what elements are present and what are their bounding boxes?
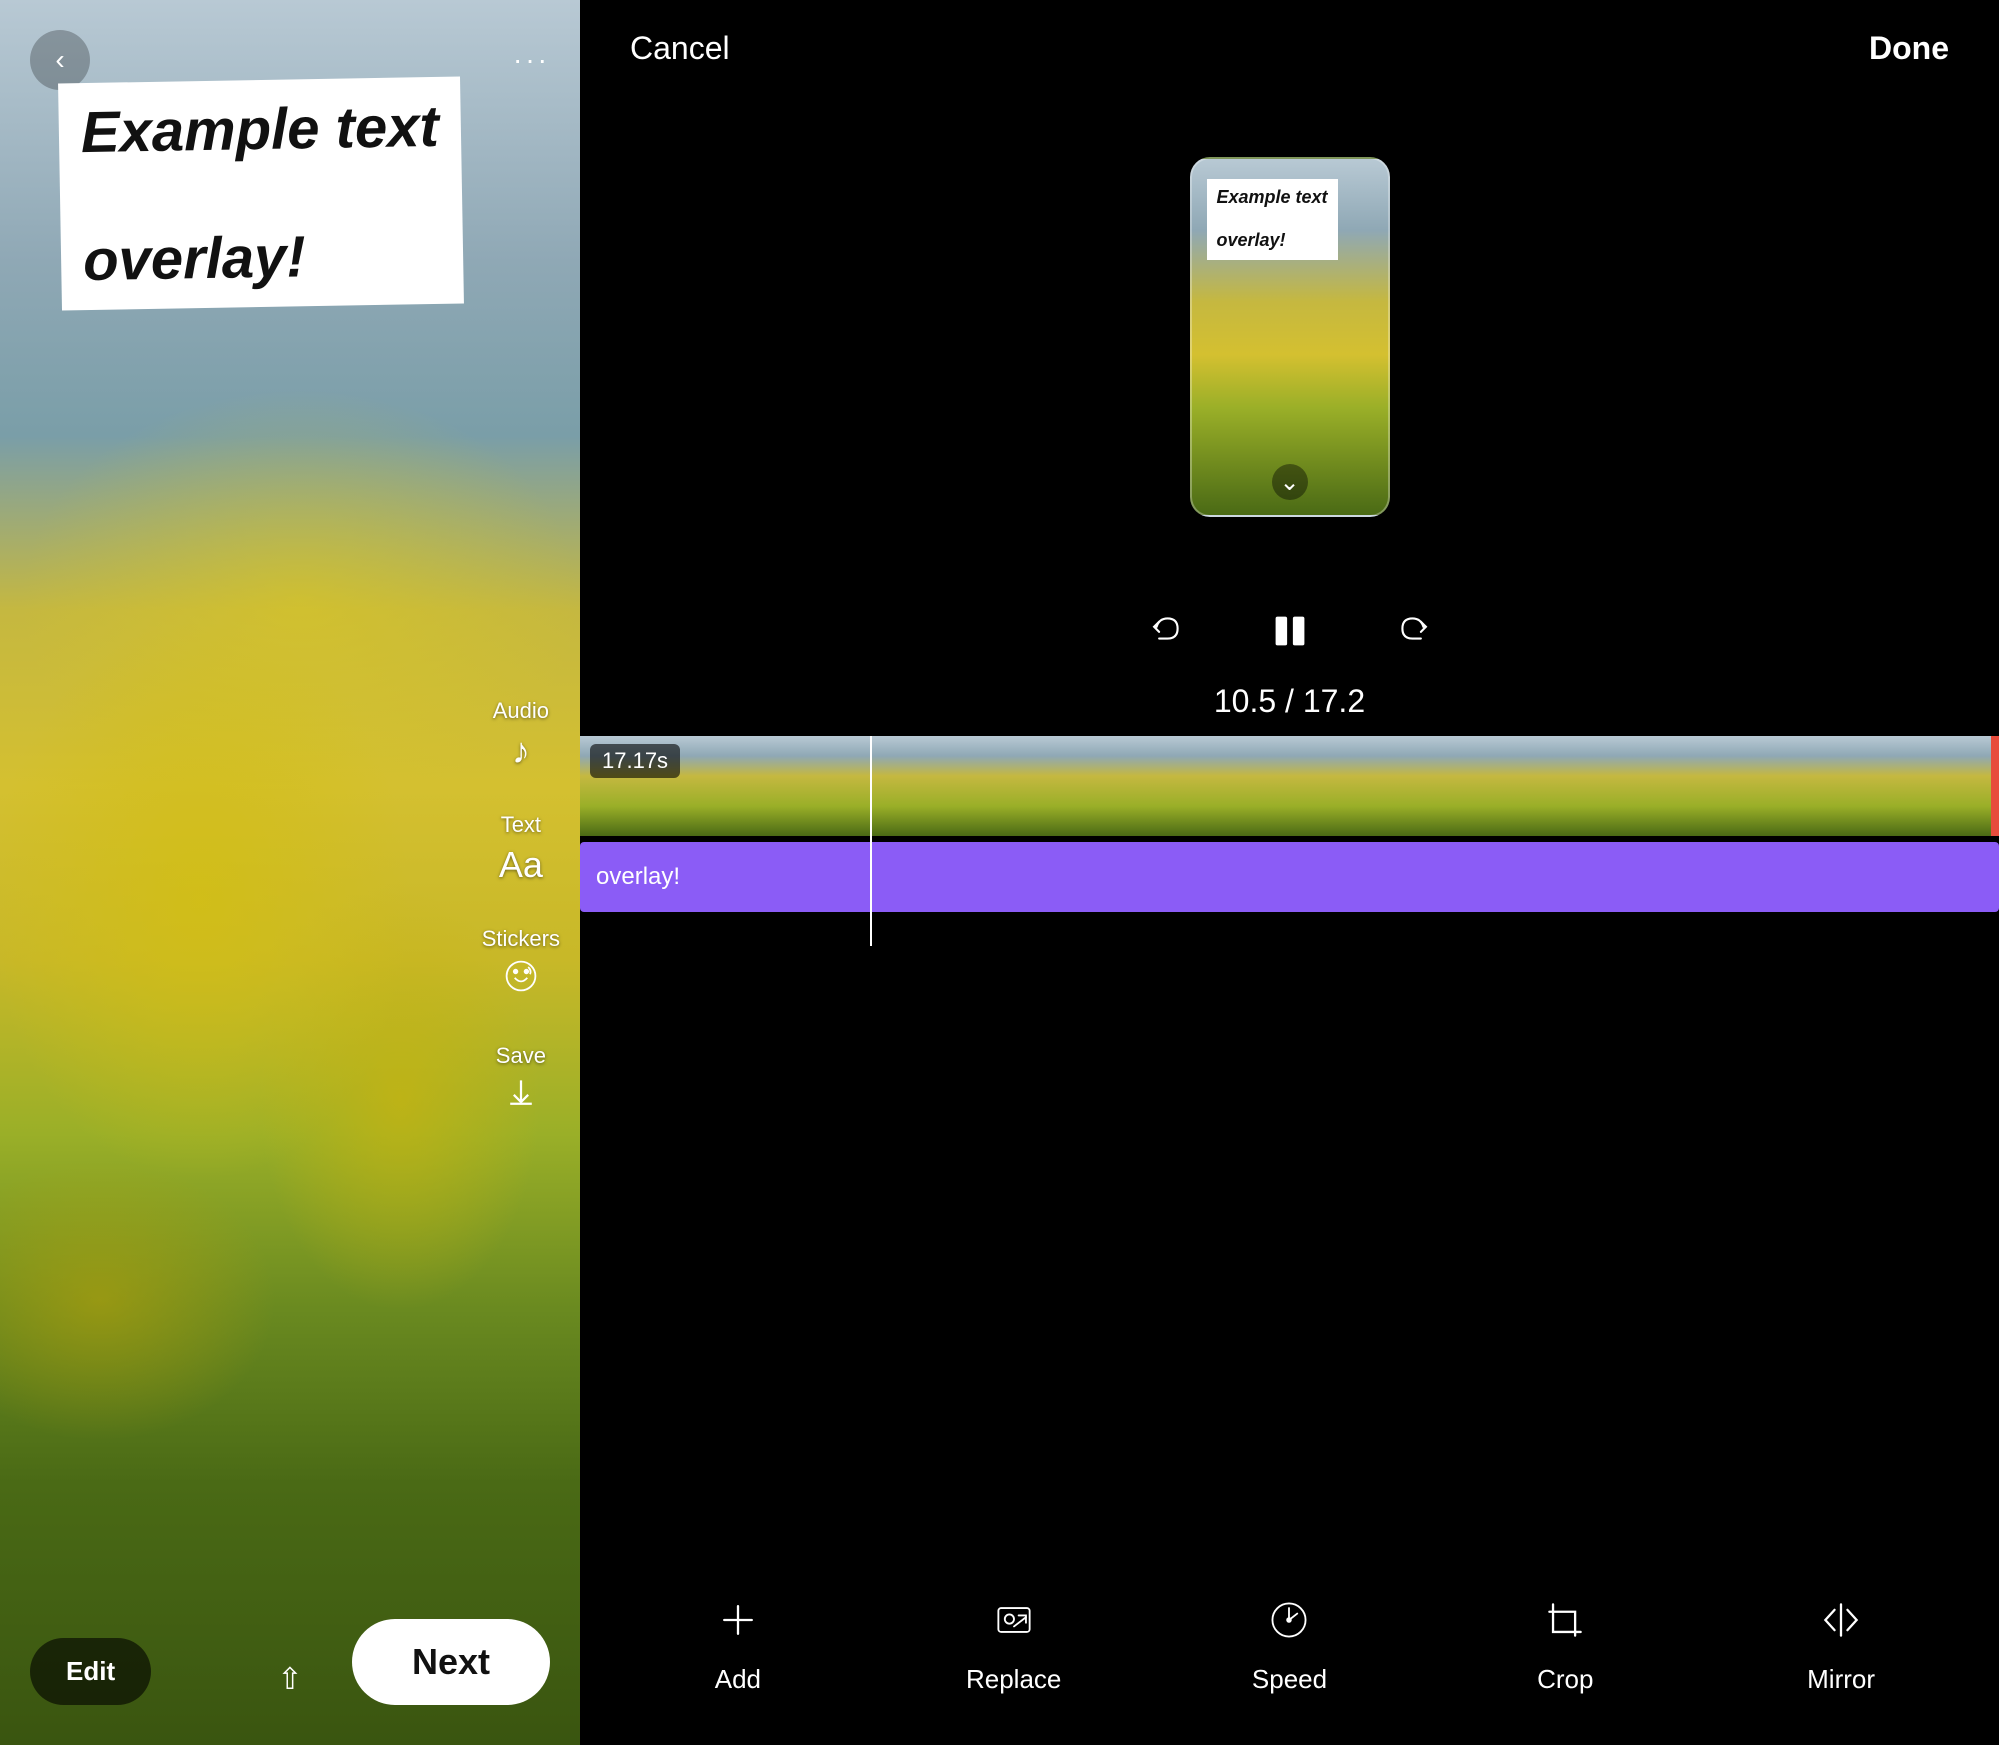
preview-chevron-icon: ⌄ xyxy=(1272,464,1308,500)
more-button[interactable]: ··· xyxy=(513,44,550,76)
back-button[interactable]: ‹ xyxy=(30,30,90,90)
replace-label: Replace xyxy=(966,1664,1061,1695)
chevron-up-icon: ⇧ xyxy=(277,1662,302,1697)
preview-area: Example text overlay! ⌄ xyxy=(580,87,1999,587)
stickers-icon xyxy=(503,958,539,1003)
overlay-text: Example text overlay! xyxy=(80,95,441,293)
track-end-marker xyxy=(1991,736,1999,836)
right-tools: Audio ♪ Text Aa Stickers Save xyxy=(482,698,560,1120)
time-display: 10.5 / 17.2 xyxy=(580,675,1999,736)
replace-icon xyxy=(991,1597,1037,1654)
crop-tool[interactable]: Crop xyxy=(1505,1597,1625,1695)
crop-label: Crop xyxy=(1537,1664,1593,1695)
add-icon xyxy=(715,1597,761,1654)
cancel-button[interactable]: Cancel xyxy=(630,30,730,67)
edit-button[interactable]: Edit xyxy=(30,1638,151,1705)
add-label: Add xyxy=(715,1664,761,1695)
audio-label: Audio xyxy=(493,698,549,724)
add-tool[interactable]: Add xyxy=(678,1597,798,1695)
preview-text: Example text overlay! xyxy=(1217,187,1328,252)
right-panel: Cancel Done Example text overlay! ⌄ xyxy=(580,0,1999,1745)
video-duration-badge: 17.17s xyxy=(590,744,680,778)
bottom-bar: Edit ⇧ Next xyxy=(0,1599,580,1745)
next-button[interactable]: Next xyxy=(352,1619,550,1705)
mirror-label: Mirror xyxy=(1807,1664,1875,1695)
preview-card: Example text overlay! ⌄ xyxy=(1190,157,1390,517)
left-panel: ‹ ··· Example text overlay! Audio ♪ Text… xyxy=(0,0,580,1745)
timeline-area[interactable]: 17.17s overlay! xyxy=(580,736,1999,946)
video-track[interactable]: 17.17s xyxy=(580,736,1999,836)
text-track[interactable]: overlay! xyxy=(580,842,1999,912)
playback-controls xyxy=(580,587,1999,675)
save-tool[interactable]: Save xyxy=(496,1043,546,1120)
redo-button[interactable] xyxy=(1394,610,1436,662)
speed-tool[interactable]: Speed xyxy=(1229,1597,1349,1695)
stickers-tool[interactable]: Stickers xyxy=(482,926,560,1003)
mirror-tool[interactable]: Mirror xyxy=(1781,1597,1901,1695)
audio-icon: ♪ xyxy=(512,730,530,772)
text-icon: Aa xyxy=(499,844,543,886)
text-tool[interactable]: Text Aa xyxy=(499,812,543,886)
text-overlay[interactable]: Example text overlay! xyxy=(58,77,464,311)
undo-button[interactable] xyxy=(1144,610,1186,662)
preview-text-overlay: Example text overlay! xyxy=(1207,179,1338,260)
pause-button[interactable] xyxy=(1266,607,1314,665)
mirror-icon xyxy=(1818,1597,1864,1654)
bottom-toolbar: Add Replace xyxy=(580,1567,1999,1745)
timeline-empty-space xyxy=(580,946,1999,1567)
speed-label: Speed xyxy=(1252,1664,1327,1695)
text-label: Text xyxy=(501,812,541,838)
right-top-bar: Cancel Done xyxy=(580,0,1999,87)
replace-tool[interactable]: Replace xyxy=(954,1597,1074,1695)
done-button[interactable]: Done xyxy=(1869,30,1949,67)
more-icon: ··· xyxy=(513,44,550,75)
crop-icon xyxy=(1542,1597,1588,1654)
save-icon xyxy=(503,1075,539,1120)
playhead[interactable] xyxy=(870,736,872,946)
back-icon: ‹ xyxy=(55,44,64,76)
save-label: Save xyxy=(496,1043,546,1069)
audio-tool[interactable]: Audio ♪ xyxy=(493,698,549,772)
text-track-label: overlay! xyxy=(596,863,680,891)
stickers-label: Stickers xyxy=(482,926,560,952)
speed-icon xyxy=(1266,1597,1312,1654)
